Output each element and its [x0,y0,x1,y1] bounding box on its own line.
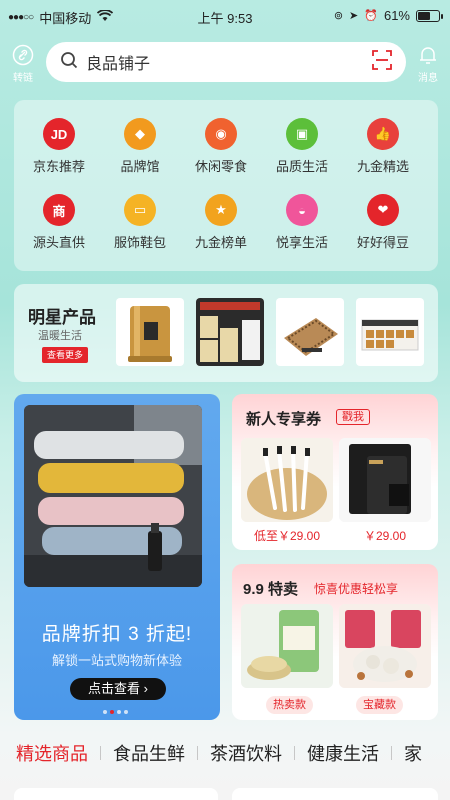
messages-button[interactable]: 消息 [408,44,448,84]
bean-icon: ❤ [367,194,399,226]
lollipop-icon: ◉ [205,118,237,150]
category-item[interactable]: ★ 九金榜单 [179,194,263,251]
tab-tea-wine[interactable]: 茶酒饮料 [198,740,294,766]
product-thumb-4[interactable] [356,298,424,366]
category-label: 服饰鞋包 [113,235,166,250]
product-thumb-3[interactable] [276,298,344,366]
bag-icon: ▭ [124,194,156,226]
tab-fresh-food[interactable]: 食品生鲜 [101,740,197,766]
messages-label: 消息 [418,73,438,84]
search-input[interactable]: 良品铺子 [86,50,372,74]
view-now-button[interactable]: 点击查看 › [70,678,166,700]
thumbs-up-icon: 👍 [367,118,399,150]
snack-image[interactable] [339,604,431,688]
carousel-dot-active [110,710,114,714]
product-card-peek[interactable] [232,788,438,800]
location-icon: ➤ [349,10,359,22]
cube-icon: ▣ [286,118,318,150]
category-item[interactable]: ◉ 休闲零食 [179,118,263,175]
category-label: 品质生活 [275,159,328,174]
category-label: 休闲零食 [194,159,247,174]
bell-icon [417,44,439,66]
category-label: 源头直供 [32,235,85,250]
category-label: 九金精选 [356,159,409,174]
towels-image [24,405,202,587]
orientation-lock-icon: ⊚ [333,10,344,22]
category-item[interactable]: 👍 九金精选 [341,118,425,175]
category-item[interactable]: ❤ 好好得豆 [341,194,425,251]
category-item[interactable]: 商源头直供 [17,194,101,251]
category-item[interactable]: ▣ 品质生活 [260,118,344,175]
battery-percent: 61% [383,8,410,23]
deal-card-title: 9.9 特卖 [243,581,299,598]
hot-item-tag: 热卖款 [266,696,313,714]
category-tabs: 精选商品 食品生鲜 茶酒饮料 健康生活 家 [0,736,450,770]
shopping-bag-icon: ◒ [286,194,318,226]
coupon-card-title: 新人专享券 [246,411,322,428]
tab-home[interactable]: 家 [392,740,434,766]
gift-box-image[interactable] [339,438,431,522]
brand-banner-subtitle: 解锁一站式购物新体验 [51,653,182,668]
carousel-dot [103,710,107,714]
view-more-button[interactable]: 查看更多 [42,347,88,363]
category-label: 品牌馆 [120,159,160,174]
category-label: 悦享生活 [275,235,328,250]
category-item[interactable]: ▭ 服饰鞋包 [98,194,182,251]
coupon-price-2: ￥29.00 [363,529,407,543]
brand-banner-title: 品牌折扣 3 折起! [41,624,193,645]
coupon-price-1: 低至￥29.00 [253,529,321,543]
source-icon: 商 [43,194,75,226]
category-label: 京东推荐 [32,159,85,174]
diamond-icon: ◆ [124,118,156,150]
battery-icon [416,9,443,22]
category-item[interactable]: JD 京东推荐 [17,118,101,175]
grain-tea-image[interactable] [241,604,333,688]
convert-link-label: 转链 [13,73,33,84]
toothbrush-image[interactable] [241,438,333,522]
carousel-dot [117,710,121,714]
category-item[interactable]: ◆ 品牌馆 [98,118,182,175]
alarm-icon: ⏰ [364,10,378,22]
deal-card-subtitle: 惊喜优惠轻松享 [314,582,399,596]
search-icon [60,51,78,74]
tab-featured[interactable]: 精选商品 [16,740,100,766]
jd-icon: JD [43,118,75,150]
category-label: 好好得豆 [356,235,409,250]
poke-me-badge[interactable]: 戳我 [336,409,370,425]
chevron-right-icon: › [143,681,148,696]
search-bar[interactable]: 良品铺子 [46,42,406,82]
treasure-item-tag: 宝藏款 [356,696,403,714]
star-products-title: 明星产品 [28,308,96,327]
product-thumb-1[interactable] [116,298,184,366]
category-item[interactable]: ◒ 悦享生活 [260,194,344,251]
view-now-label: 点击查看 [88,681,141,696]
convert-link-button[interactable]: 转链 [3,44,43,84]
star-products-subtitle: 温暖生活 [38,330,82,342]
tab-health[interactable]: 健康生活 [295,740,391,766]
carousel-dot [124,710,128,714]
link-icon [12,44,34,66]
status-bar: ●●●○○ 中国移动 上午 9:53 ⊚ ➤ ⏰ 61% [0,0,450,32]
product-thumb-2[interactable] [196,298,264,366]
category-label: 九金榜单 [194,235,247,250]
ranking-icon: ★ [205,194,237,226]
product-card-peek[interactable] [14,788,218,800]
scan-icon[interactable] [372,49,392,75]
